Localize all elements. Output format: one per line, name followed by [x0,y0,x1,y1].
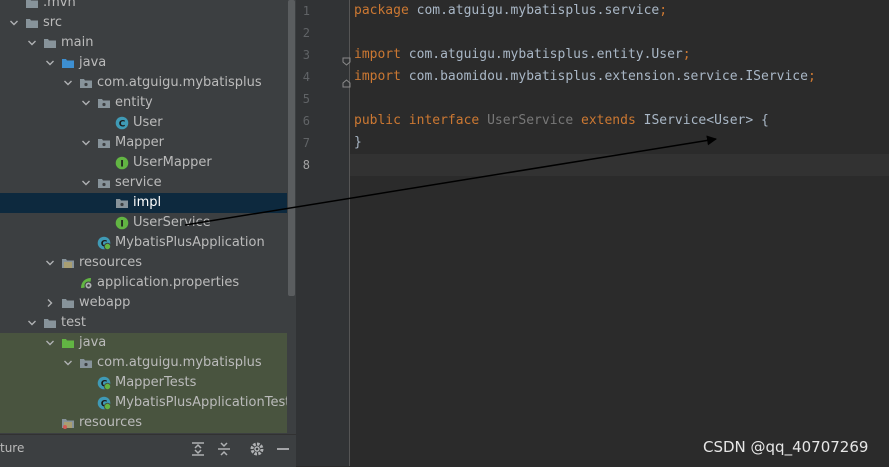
annotation-arrow [184,135,717,226]
